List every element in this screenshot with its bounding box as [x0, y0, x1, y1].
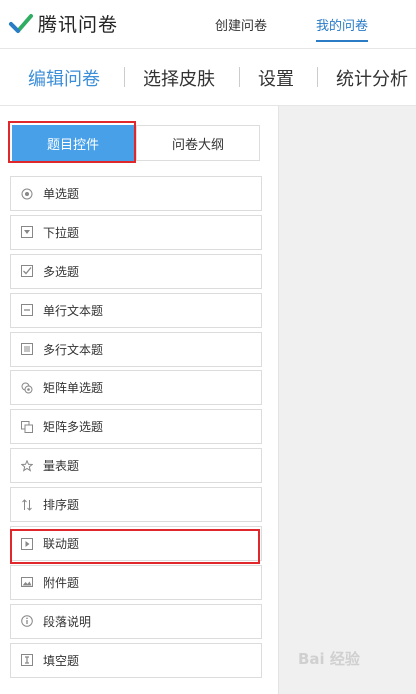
tab-choose-skin[interactable]: 选择皮肤: [143, 65, 215, 91]
question-type-label: 多选题: [43, 264, 80, 279]
sidebar: 题目控件 问卷大纲 单选题 下拉题 多选题 单行文本题 多行文本题 矩阵单选题: [0, 106, 279, 694]
question-type-label: 多行文本题: [43, 342, 104, 357]
tab-divider: [239, 67, 240, 87]
question-type-item[interactable]: 多行文本题: [10, 331, 262, 367]
question-type-label: 量表题: [43, 459, 80, 474]
question-type-item[interactable]: 下拉题: [10, 214, 262, 250]
nav-create-survey[interactable]: 创建问卷: [215, 15, 267, 34]
tab-divider: [317, 67, 318, 87]
segment-survey-outline[interactable]: 问卷大纲: [136, 125, 260, 161]
question-type-item[interactable]: 附件题: [10, 564, 262, 600]
question-type-label: 矩阵多选题: [43, 420, 104, 435]
question-type-label: 段落说明: [43, 614, 92, 629]
single-line-text-icon: [21, 304, 33, 317]
tab-statistics[interactable]: 统计分析: [336, 65, 408, 91]
logo[interactable]: 腾讯问卷: [8, 10, 118, 37]
question-type-item[interactable]: 排序题: [10, 487, 262, 523]
checkmark-logo-icon: [9, 13, 33, 33]
dropdown-icon: [21, 226, 33, 239]
matrix-checkbox-icon: [21, 420, 33, 433]
question-type-item[interactable]: 矩阵多选题: [10, 409, 262, 445]
question-type-label: 附件题: [43, 575, 80, 590]
question-type-label: 下拉题: [43, 225, 80, 240]
sort-icon: [21, 498, 33, 511]
multi-line-text-icon: [21, 343, 33, 356]
tab-settings[interactable]: 设置: [258, 65, 294, 91]
question-type-item[interactable]: 填空题: [10, 642, 262, 678]
fill-blank-icon: [21, 654, 33, 667]
question-type-item[interactable]: 矩阵单选题: [10, 370, 262, 406]
top-bar: 腾讯问卷 创建问卷 我的问卷: [0, 0, 416, 49]
question-type-item[interactable]: 联动题: [10, 526, 262, 562]
question-type-label: 联动题: [43, 537, 80, 552]
question-type-item[interactable]: 量表题: [10, 448, 262, 484]
nav-my-surveys[interactable]: 我的问卷: [316, 15, 369, 42]
segment-question-controls[interactable]: 题目控件: [12, 125, 134, 161]
image-attachment-icon: [21, 576, 33, 588]
question-type-label: 矩阵单选题: [43, 381, 104, 396]
survey-canvas[interactable]: [279, 106, 416, 694]
matrix-radio-icon: [21, 382, 33, 394]
watermark: Bai 经验: [298, 650, 360, 668]
question-type-label: 单选题: [43, 187, 80, 201]
star-icon: [21, 459, 33, 472]
question-type-list: 单选题 下拉题 多选题 单行文本题 多行文本题 矩阵单选题 矩阵多选题 量表题: [10, 176, 262, 682]
tab-edit-survey[interactable]: 编辑问卷: [28, 65, 100, 91]
linkage-icon: [21, 537, 33, 550]
checkbox-icon: [21, 265, 33, 278]
question-type-item[interactable]: 单行文本题: [10, 292, 262, 328]
question-type-label: 排序题: [43, 498, 80, 513]
question-type-label: 填空题: [43, 653, 80, 668]
question-type-item[interactable]: 多选题: [10, 253, 262, 289]
editor-tabs: 编辑问卷 选择皮肤 设置 统计分析: [0, 49, 416, 106]
question-type-item[interactable]: 单选题: [10, 176, 262, 211]
info-icon: [21, 615, 33, 628]
question-type-label: 单行文本题: [43, 303, 104, 318]
radio-icon: [21, 188, 33, 200]
logo-text: 腾讯问卷: [38, 14, 119, 36]
question-type-item[interactable]: 段落说明: [10, 603, 262, 639]
tab-divider: [124, 67, 125, 87]
